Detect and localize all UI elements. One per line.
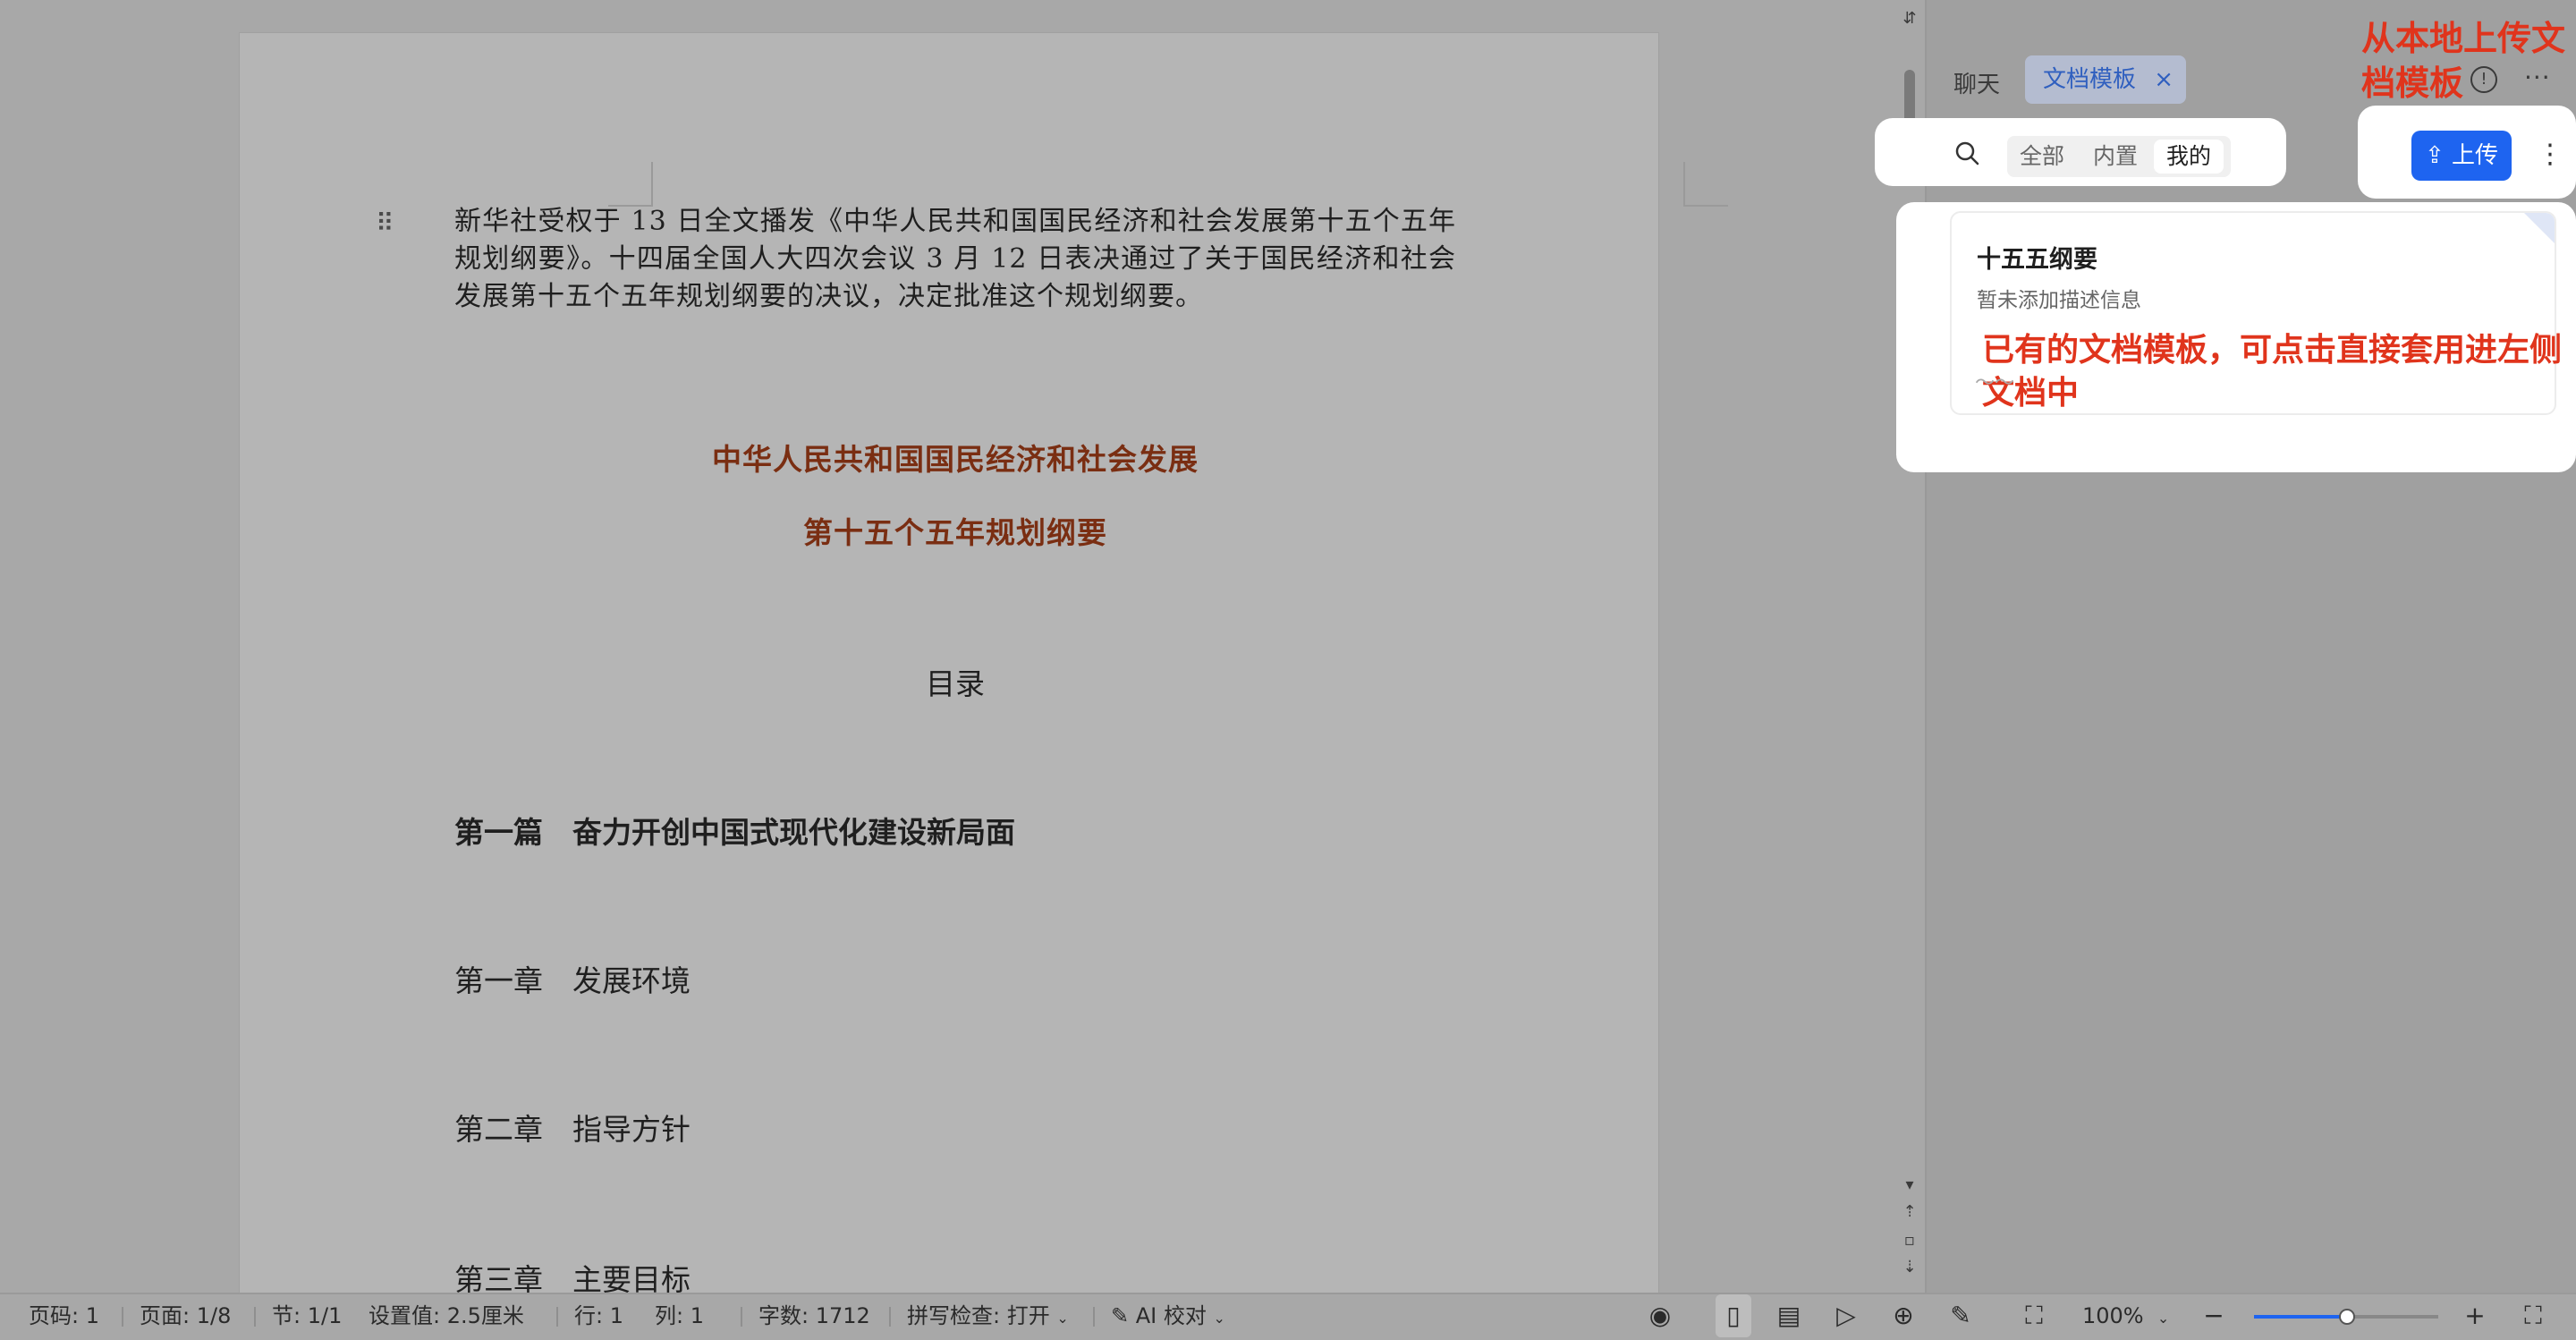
filter-builtin[interactable]: 内置 [2080, 136, 2150, 177]
filter-mine[interactable]: 我的 [2154, 140, 2224, 174]
zoom-in-icon[interactable]: + [2462, 1294, 2488, 1337]
chapter-2-heading[interactable]: 第二章 指导方针 [454, 1110, 1456, 1149]
upload-icon: ⇪ [2424, 142, 2445, 169]
intro-paragraph[interactable]: 新华社受权于 13 日全文播发《中华人民共和国国民经济和社会发展第十五个五年规划… [454, 203, 1456, 316]
status-setting[interactable]: 设置值: 2.5厘米 [369, 1294, 524, 1337]
more-vertical-icon[interactable]: ⋮ [2537, 132, 2563, 177]
chevron-down-icon: ⌄ [2157, 1310, 2170, 1327]
status-divider [254, 1307, 256, 1327]
spell-check-label: 拼写检查: 打开 [907, 1303, 1050, 1328]
play-icon[interactable]: ▷ [1830, 1294, 1862, 1337]
outline-view-icon[interactable]: ▤ [1773, 1294, 1805, 1337]
eye-icon[interactable]: ◉ [1644, 1294, 1676, 1337]
squiggle-mark: ～～ [1975, 372, 2015, 394]
zoom-out-icon[interactable]: − [2200, 1294, 2227, 1337]
status-row[interactable]: 行: 1 [574, 1294, 623, 1337]
filter-all[interactable]: 全部 [2007, 136, 2077, 177]
zoom-select[interactable]: 100% ⌄ [2082, 1294, 2169, 1340]
margin-corner-top-right [1683, 162, 1728, 207]
chapter-1-heading[interactable]: 第一章 发展环境 [454, 962, 1456, 1001]
annotation-upload: 从本地上传文档模板 [2361, 19, 2566, 103]
zoom-value: 100% [2082, 1303, 2144, 1328]
status-page-code[interactable]: 页码: 1 [29, 1294, 99, 1337]
status-section[interactable]: 节: 1/1 [272, 1294, 342, 1337]
template-title: 十五五纲要 [1977, 246, 2097, 274]
status-bar: 页码: 1 页面: 1/8 节: 1/1 设置值: 2.5厘米 行: 1 列: … [0, 1293, 2576, 1339]
status-spell-check[interactable]: 拼写检查: 打开 ⌄ [907, 1294, 1069, 1340]
tab-chat[interactable]: 聊天 [1953, 66, 2000, 99]
chevron-down-icon: ⌄ [1213, 1310, 1225, 1327]
search-icon[interactable] [1953, 140, 1980, 166]
status-divider [556, 1307, 558, 1327]
margin-corner-top-left [608, 162, 653, 207]
collapse-icon[interactable]: ⇵ [1898, 11, 1921, 27]
next-page-icon[interactable]: ⇣ [1898, 1259, 1921, 1276]
scroll-down-icon[interactable]: ▾ [1898, 1177, 1921, 1193]
card-fold-corner [2524, 213, 2555, 243]
template-description: 暂未添加描述信息 [1977, 289, 2141, 312]
page-select-icon[interactable]: ▫ [1898, 1233, 1921, 1249]
upload-button[interactable]: ⇪ 上传 [2411, 131, 2512, 181]
toc-heading[interactable]: 目录 [454, 665, 1456, 704]
fit-page-icon[interactable]: ⛶ [2018, 1294, 2050, 1337]
status-word-count[interactable]: 字数: 1712 [758, 1294, 870, 1337]
doc-title-line1[interactable]: 中华人民共和国国民经济和社会发展 [454, 441, 1456, 479]
annotation-template-list: 已有的文档模板，可点击直接套用进左侧文档中 [1982, 332, 2563, 411]
chapter-3-heading[interactable]: 第三章 主要目标 [454, 1260, 1456, 1293]
zoom-slider[interactable] [2254, 1309, 2438, 1325]
doc-title-line2[interactable]: 第十五个五年规划纲要 [454, 514, 1456, 552]
status-divider [741, 1307, 742, 1327]
ai-proof-icon: ✎ [1111, 1303, 1130, 1328]
tab-document-template-label: 文档模板 [2043, 66, 2137, 93]
close-icon[interactable]: × [2154, 55, 2174, 104]
filter-segmented-control: 全部 内置 我的 [2007, 136, 2231, 177]
globe-icon[interactable]: ⊕ [1887, 1294, 1919, 1337]
status-divider [122, 1307, 123, 1327]
fullscreen-icon[interactable]: ⛶ [2517, 1294, 2549, 1337]
page-view-icon[interactable]: ▯ [1716, 1294, 1751, 1337]
part-1-heading[interactable]: 第一篇 奋力开创中国式现代化建设新局面 [454, 813, 1456, 852]
zoom-slider-fill [2254, 1315, 2346, 1319]
status-page[interactable]: 页面: 1/8 [140, 1294, 231, 1337]
zoom-slider-knob[interactable] [2339, 1309, 2355, 1325]
upload-label: 上传 [2452, 142, 2499, 169]
pen-icon[interactable]: ✎ [1945, 1294, 1977, 1337]
document-area: ⠿ 新华社受权于 13 日全文播发《中华人民共和国国民经济和社会发展第十五个五年… [0, 0, 1925, 1293]
ai-proof-label: AI 校对 [1135, 1303, 1207, 1328]
tab-document-template[interactable]: 文档模板 × [2025, 55, 2187, 104]
prev-page-icon[interactable]: ⇡ [1898, 1204, 1921, 1220]
status-divider [889, 1307, 891, 1327]
chevron-down-icon: ⌄ [1056, 1310, 1069, 1327]
status-col[interactable]: 列: 1 [655, 1294, 704, 1337]
document-page[interactable]: ⠿ 新华社受权于 13 日全文播发《中华人民共和国国民经济和社会发展第十五个五年… [240, 33, 1728, 1293]
status-ai-proof[interactable]: ✎ AI 校对 ⌄ [1111, 1294, 1225, 1340]
document-scrollbar[interactable]: ⇵ ▾ ⇡ ▫ ⇣ [1894, 0, 1925, 1293]
drag-handle-icon[interactable]: ⠿ [376, 208, 402, 239]
status-divider [1093, 1307, 1095, 1327]
